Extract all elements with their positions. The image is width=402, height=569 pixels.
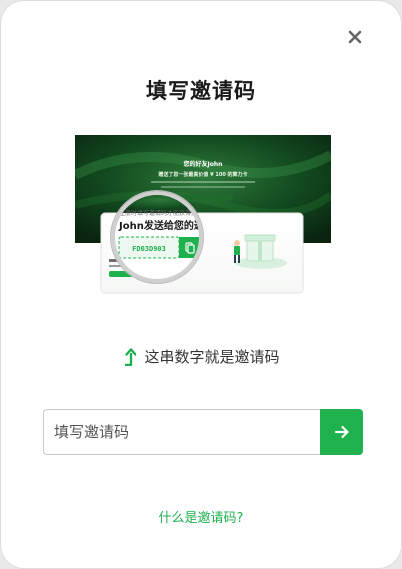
arrow-right-icon xyxy=(334,425,349,439)
close-button[interactable] xyxy=(347,29,363,45)
banner-line-1: 您的好友John xyxy=(184,160,223,168)
arrow-up-icon xyxy=(125,347,137,366)
banner-line-2: 赠送了您一张最高价值 ¥ 100 的算力卡 xyxy=(158,171,247,178)
submit-button[interactable] xyxy=(320,409,363,455)
invite-code-illustration: 您的好友John 赠送了您一张最高价值 ¥ 100 的算力卡 注册时填写邀请码才… xyxy=(75,135,331,294)
invite-code-input[interactable] xyxy=(43,409,320,455)
dialog-title: 填写邀请码 xyxy=(146,79,256,103)
sample-code: FD03D903 xyxy=(132,245,166,253)
close-icon xyxy=(348,30,362,44)
card-note: 注册时填写邀请码才能获得奖 xyxy=(119,209,197,217)
card-title: John发送给您的邀 xyxy=(118,219,205,232)
what-is-invite-code-link[interactable]: 什么是邀请码? xyxy=(1,507,401,526)
hint-row: 这串数字就是邀请码 xyxy=(1,346,401,367)
hint-text: 这串数字就是邀请码 xyxy=(144,348,280,366)
invite-code-form xyxy=(43,409,363,455)
invite-code-dialog: 填写邀请码 您的好友John 赠送了您一张最高价值 ¥ 100 的算力卡 注册时… xyxy=(0,0,402,569)
